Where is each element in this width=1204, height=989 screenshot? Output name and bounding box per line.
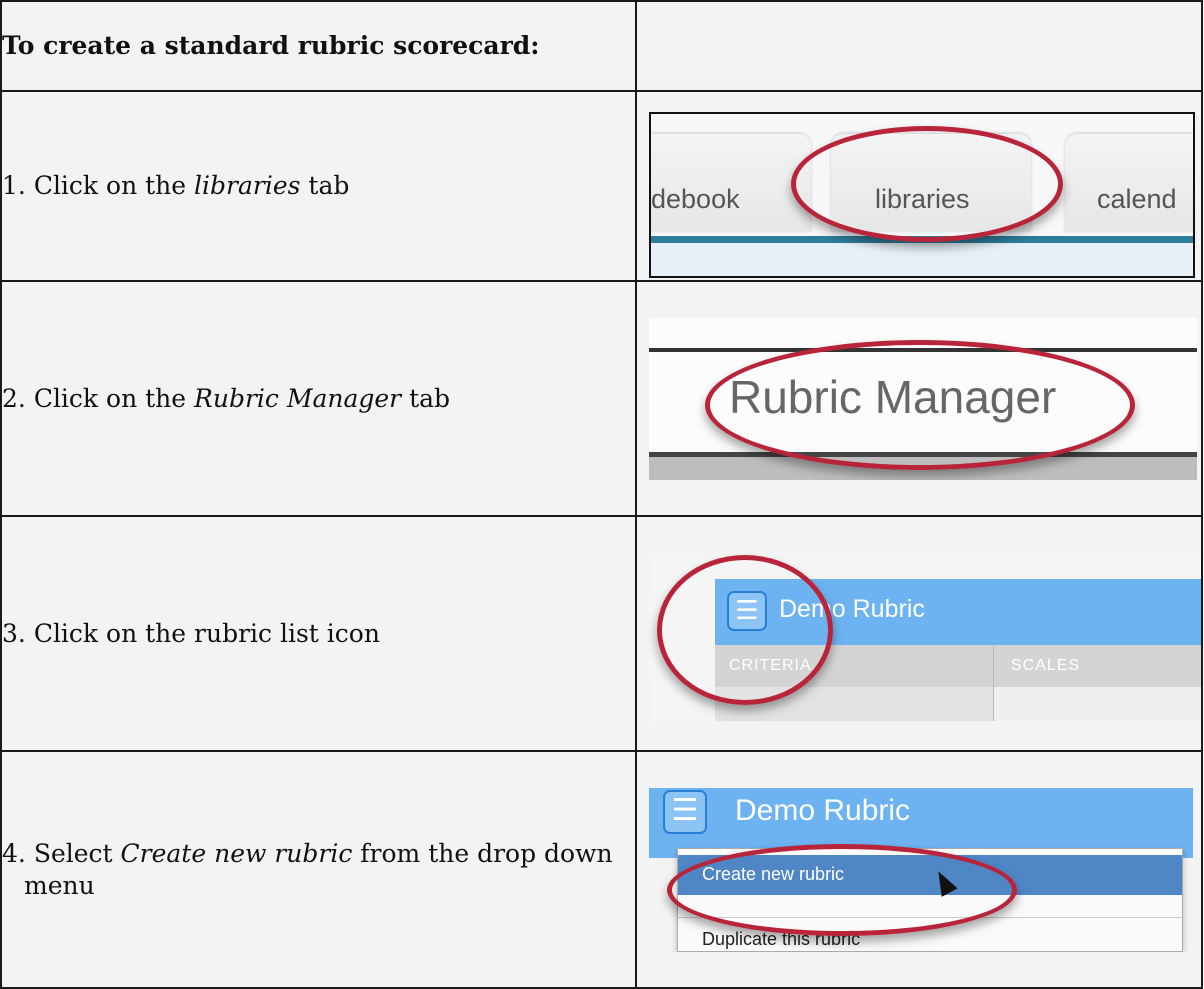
step-4-text: 4. Select Create new rubric from the dro… (0, 750, 637, 989)
step-1-text: 1. Click on the libraries tab (0, 90, 637, 282)
rubric-list-icon: ☰ (663, 790, 707, 834)
instructions-table: To create a standard rubric scorecard: 1… (0, 0, 1203, 989)
table-header-empty (635, 0, 1203, 92)
step-2-screenshot: Rubric Manager (635, 280, 1203, 517)
calendar-tab: calend (1065, 134, 1193, 232)
highlight-circle (705, 340, 1135, 470)
rubric-manager-tab-screenshot: Rubric Manager (649, 318, 1197, 480)
rubric-list-screenshot: ☰ Demo Rubric CRITERIA SCALES (649, 553, 1200, 721)
libraries-tab-screenshot: debook libraries calend (649, 112, 1195, 278)
highlight-circle (667, 844, 1017, 936)
step-1-screenshot: debook libraries calend (635, 90, 1203, 282)
table-header-title: To create a standard rubric scorecard: (0, 0, 637, 92)
gradebook-tab: debook (651, 134, 811, 232)
step-3-screenshot: ☰ Demo Rubric CRITERIA SCALES (635, 515, 1203, 752)
step-4-screenshot: ☰ Demo Rubric Create new rubric Duplicat… (635, 750, 1203, 989)
scales-column-label: SCALES (1011, 657, 1081, 674)
step-3-text: 3. Click on the rubric list icon (0, 515, 637, 752)
highlight-circle (791, 126, 1063, 242)
rubric-dropdown-screenshot: ☰ Demo Rubric Create new rubric Duplicat… (649, 788, 1193, 952)
highlight-circle (657, 555, 833, 705)
step-2-text: 2. Click on the Rubric Manager tab (0, 280, 637, 517)
rubric-title: Demo Rubric (735, 794, 911, 827)
